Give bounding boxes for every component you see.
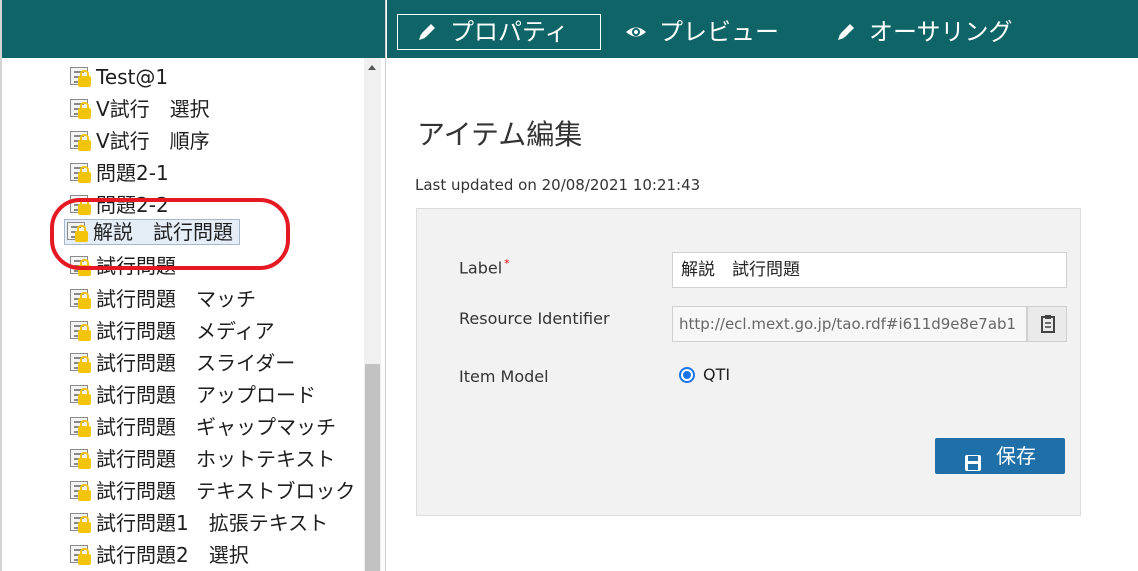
locked-item-icon — [68, 97, 94, 121]
locked-item-icon — [68, 383, 94, 407]
tree-item-label: 試行問題 アップロード — [96, 383, 316, 407]
locked-item-icon — [68, 543, 94, 567]
locked-item-icon — [68, 415, 94, 439]
locked-item-icon — [68, 351, 94, 375]
tree-item-label: 試行問題2 選択 — [96, 543, 249, 567]
tree-item[interactable]: 試行問題2 選択 — [68, 540, 249, 570]
tree-item[interactable]: 試行問題 スライダー — [68, 348, 295, 378]
item-model-qti-label: QTI — [703, 365, 731, 384]
tree-scrollbar[interactable] — [364, 58, 381, 571]
label-field-text: Label — [459, 258, 503, 278]
resource-identifier-label: Resource Identifier — [459, 309, 610, 328]
annotation-highlight-ring — [50, 198, 290, 270]
tab-authoring-label: オーサリング — [869, 18, 1013, 46]
required-mark: * — [504, 257, 510, 270]
tree-item-label: 試行問題 ギャップマッチ — [96, 415, 336, 439]
eye-icon — [625, 21, 647, 43]
tab-properties[interactable]: プロパティ — [397, 14, 601, 50]
locked-item-icon — [68, 161, 94, 185]
tab-properties-label: プロパティ — [450, 18, 569, 46]
tree-item[interactable]: 試行問題 メディア — [68, 316, 275, 346]
tree-item[interactable]: 試行問題 マッチ — [68, 284, 256, 314]
action-bar: プロパティ プレビュー オーサリング — [387, 0, 1138, 58]
copy-to-clipboard-button[interactable] — [1027, 306, 1067, 342]
tab-preview[interactable]: プレビュー — [625, 14, 779, 50]
resource-tree-panel: Test@1 V試行 選択 V試行 順序 問題2-1 問題2-2 解説 試行問題… — [0, 0, 386, 571]
tree-header — [2, 0, 385, 58]
tree-item-label: 試行問題 テキストブロック — [96, 479, 356, 503]
item-form-panel: Label * 解説 試行問題 Resource Identifier http:… — [416, 208, 1081, 516]
item-edit-content: アイテム編集 Last updated on 20/08/2021 10:21:… — [387, 58, 1138, 571]
tree-item[interactable]: 試行問題 アップロード — [68, 380, 316, 410]
tab-authoring[interactable]: オーサリング — [835, 14, 1013, 50]
item-model-label: Item Model — [459, 367, 549, 386]
tree-item[interactable]: 問題2-1 — [68, 158, 169, 188]
scroll-up-arrow-icon[interactable] — [364, 60, 381, 76]
locked-item-icon — [68, 447, 94, 471]
tree-item-label: 試行問題 スライダー — [96, 351, 296, 375]
tree-item-label: Test@1 — [96, 65, 169, 89]
resource-identifier-field: http://ecl.mext.go.jp/tao.rdf#i611d9e8e7… — [672, 306, 1027, 342]
tree-item-label: 試行問題 メディア — [96, 319, 275, 343]
last-updated-text: Last updated on 20/08/2021 10:21:43 — [415, 176, 701, 194]
locked-item-icon — [68, 287, 94, 311]
locked-item-icon — [68, 65, 94, 89]
clipboard-icon — [1041, 315, 1055, 333]
locked-item-icon — [68, 319, 94, 343]
tree-item-label: V試行 選択 — [96, 97, 210, 121]
pencil-icon — [835, 21, 857, 43]
tree-item[interactable]: V試行 順序 — [68, 126, 210, 156]
label-field-label: Label * — [459, 257, 510, 277]
scrollbar-thumb[interactable] — [365, 364, 380, 571]
tree-item[interactable]: 試行問題 ホットテキスト — [68, 444, 335, 474]
locked-item-icon — [68, 479, 94, 503]
tree-item-label: 試行問題 ホットテキスト — [96, 447, 336, 471]
locked-item-icon — [68, 511, 94, 535]
tree-item-label: 試行問題1 拡張テキスト — [96, 511, 329, 535]
tree-item-label: 問題2-1 — [96, 161, 169, 185]
tab-preview-label: プレビュー — [659, 18, 779, 46]
page-title: アイテム編集 — [417, 118, 583, 151]
tree-item[interactable]: Test@1 — [68, 62, 168, 92]
label-input[interactable]: 解説 試行問題 — [672, 252, 1067, 288]
item-model-radio-qti[interactable] — [679, 367, 695, 383]
tree-item-label: V試行 順序 — [96, 129, 210, 153]
save-button[interactable]: 保存 — [935, 438, 1065, 474]
locked-item-icon — [68, 129, 94, 153]
pencil-icon — [416, 21, 438, 43]
tree-item[interactable]: V試行 選択 — [68, 94, 210, 124]
save-button-label: 保存 — [996, 444, 1036, 468]
tree-item[interactable]: 試行問題1 拡張テキスト — [68, 508, 328, 538]
floppy-disk-icon — [964, 447, 982, 471]
tree-item-label: 試行問題 マッチ — [96, 287, 256, 311]
tree-item[interactable]: 試行問題 ギャップマッチ — [68, 412, 336, 442]
tree-item[interactable]: 試行問題 テキストブロック — [68, 476, 355, 506]
